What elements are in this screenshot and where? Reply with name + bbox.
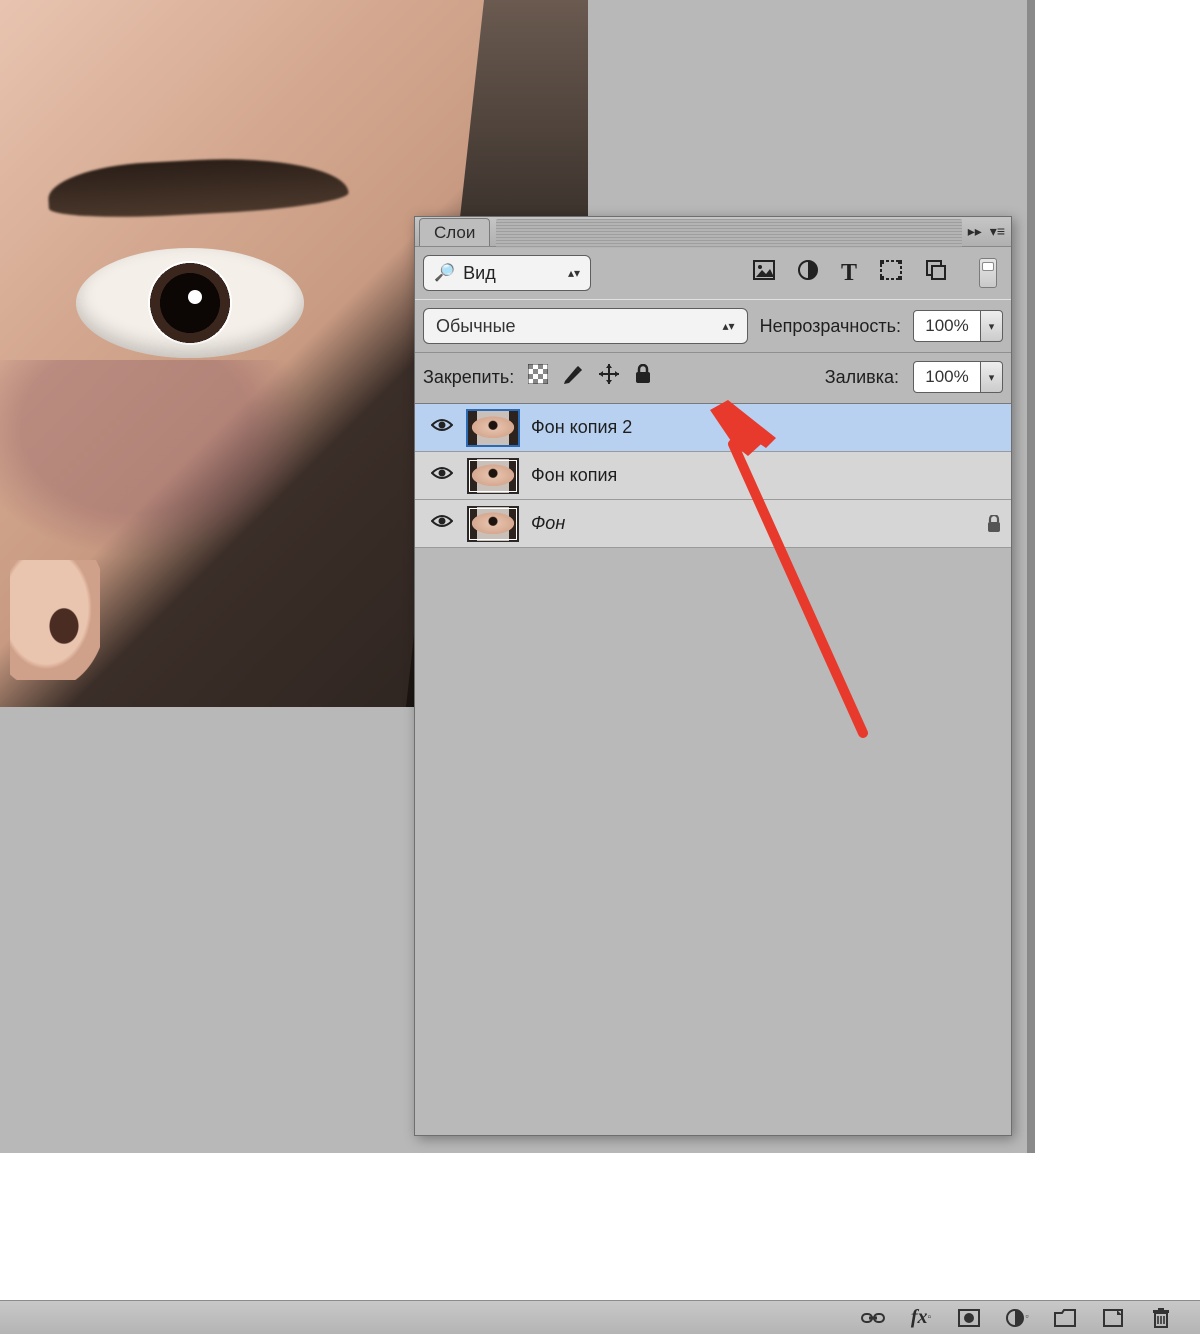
delete-layer-icon[interactable] xyxy=(1148,1308,1174,1328)
lock-transparency-icon[interactable] xyxy=(528,364,548,390)
filter-icon-row: T xyxy=(753,258,1003,288)
lock-position-icon[interactable] xyxy=(598,363,620,391)
layer-row[interactable]: Фон xyxy=(415,500,1011,548)
layer-name-label[interactable]: Фон копия xyxy=(531,465,617,486)
chevron-updown-icon: ▴▾ xyxy=(723,319,735,333)
tab-layers[interactable]: Слои xyxy=(419,218,490,246)
layer-name-label[interactable]: Фон копия 2 xyxy=(531,417,632,438)
layer-name-label[interactable]: Фон xyxy=(531,513,565,534)
layer-thumbnail[interactable] xyxy=(467,506,519,542)
shape-filter-icon[interactable] xyxy=(879,259,903,287)
filter-toggle[interactable] xyxy=(979,258,997,288)
smartobject-filter-icon[interactable] xyxy=(925,259,947,287)
layers-bottom-toolbar: fx▫ ▫ xyxy=(0,1300,1200,1334)
fill-label: Заливка: xyxy=(825,367,899,388)
lock-icon xyxy=(983,513,1005,535)
layer-thumbnail[interactable] xyxy=(467,410,519,446)
search-icon: 🔎 xyxy=(434,263,455,283)
collapse-icon[interactable]: ▸▸ xyxy=(968,223,982,240)
panel-drag-handle[interactable] xyxy=(496,219,961,248)
panel-divider[interactable] xyxy=(1027,0,1035,1153)
visibility-toggle-icon[interactable] xyxy=(429,464,455,487)
panel-menu-icon[interactable]: ▾≡ xyxy=(990,223,1005,240)
image-region xyxy=(47,152,349,222)
adjustment-filter-icon[interactable] xyxy=(797,259,819,287)
image-region xyxy=(10,560,100,680)
opacity-input[interactable]: 100% xyxy=(913,310,981,342)
link-layers-icon[interactable] xyxy=(860,1310,886,1326)
lock-label: Закрепить: xyxy=(423,367,514,388)
visibility-toggle-icon[interactable] xyxy=(429,512,455,535)
image-region xyxy=(76,248,304,358)
image-region xyxy=(0,360,340,580)
opacity-dropdown[interactable]: ▾ xyxy=(981,310,1003,342)
fill-input[interactable]: 100% xyxy=(913,361,981,393)
visibility-toggle-icon[interactable] xyxy=(429,416,455,439)
layers-panel: Слои ▸▸ ▾≡ 🔎 Вид ▴▾ T xyxy=(414,216,1012,1136)
image-filter-icon[interactable] xyxy=(753,260,775,286)
fill-dropdown[interactable]: ▾ xyxy=(981,361,1003,393)
chevron-updown-icon: ▴▾ xyxy=(568,266,580,280)
layer-kind-label: Вид xyxy=(463,263,560,284)
layer-mask-icon[interactable] xyxy=(956,1309,982,1327)
panel-tabbar: Слои ▸▸ ▾≡ xyxy=(415,217,1011,247)
blend-mode-value: Обычные xyxy=(436,316,516,337)
group-icon[interactable] xyxy=(1052,1309,1078,1327)
layers-list: Фон копия 2 Фон копия Фон xyxy=(415,404,1011,548)
layer-thumbnail[interactable] xyxy=(467,458,519,494)
new-layer-icon[interactable] xyxy=(1100,1309,1126,1327)
lock-all-icon[interactable] xyxy=(634,364,652,390)
opacity-label: Непрозрачность: xyxy=(760,316,901,337)
fx-icon[interactable]: fx▫ xyxy=(908,1306,934,1329)
layer-row[interactable]: Фон копия xyxy=(415,452,1011,500)
blend-mode-select[interactable]: Обычные ▴▾ xyxy=(423,308,748,344)
layer-kind-filter[interactable]: 🔎 Вид ▴▾ xyxy=(423,255,591,291)
lock-pixels-icon[interactable] xyxy=(562,364,584,390)
layer-row[interactable]: Фон копия 2 xyxy=(415,404,1011,452)
type-filter-icon[interactable]: T xyxy=(841,260,857,287)
right-gutter xyxy=(1035,0,1200,1153)
adjustment-layer-icon[interactable]: ▫ xyxy=(1004,1308,1030,1328)
